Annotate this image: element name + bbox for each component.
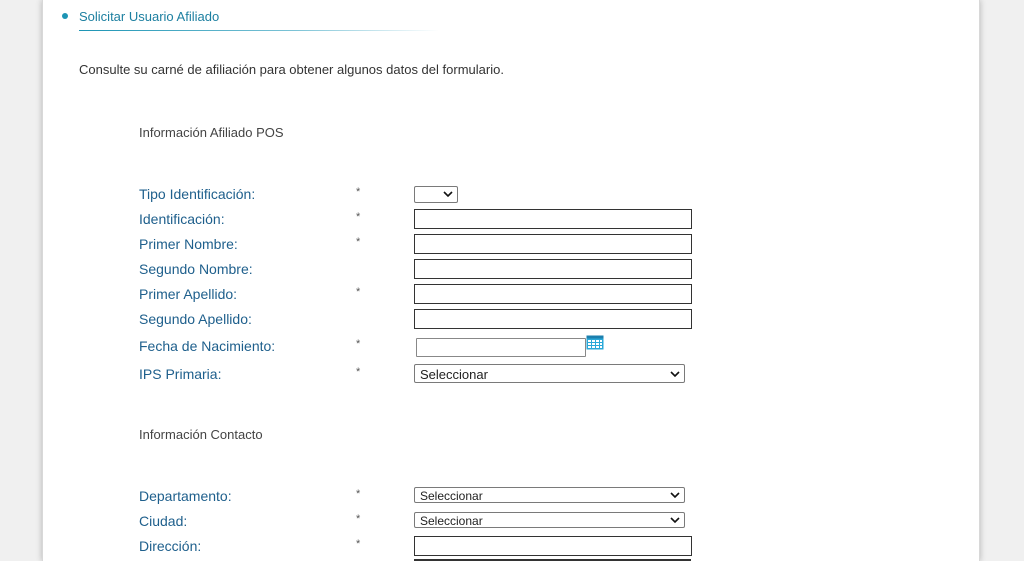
ips-primaria-label: IPS Primaria: — [139, 366, 222, 382]
ips-primaria-select[interactable]: Seleccionar — [414, 364, 685, 383]
primer-nombre-label: Primer Nombre: — [139, 236, 238, 252]
ciudad-label: Ciudad: — [139, 513, 188, 529]
chevron-down-icon — [670, 371, 680, 378]
segundo-nombre-label: Segundo Nombre: — [139, 261, 253, 277]
direccion-input[interactable] — [414, 536, 692, 556]
main-panel — [42, 0, 980, 561]
primer-nombre-input[interactable] — [414, 234, 692, 254]
primer-apellido-label: Primer Apellido: — [139, 286, 238, 302]
departamento-select[interactable]: Seleccionar — [414, 487, 685, 503]
segundo-nombre-input[interactable] — [414, 259, 692, 279]
tipo-identificacion-label: Tipo Identificación: — [139, 186, 256, 202]
identificacion-label: Identificación: — [139, 211, 225, 227]
ciudad-select[interactable]: Seleccionar — [414, 512, 685, 528]
segundo-apellido-label: Segundo Apellido: — [139, 311, 252, 327]
section-title: Solicitar Usuario Afiliado — [79, 9, 220, 24]
chevron-down-icon — [670, 492, 680, 499]
fecha-nacimiento-input[interactable] — [416, 338, 586, 357]
pos-section-title: Información Afiliado POS — [139, 125, 284, 140]
ips-primaria-value: Seleccionar — [420, 367, 488, 382]
required-mark: * — [356, 211, 361, 223]
intro-text: Consulte su carné de afiliación para obt… — [79, 62, 504, 77]
chevron-down-icon — [670, 517, 680, 524]
required-mark: * — [356, 538, 361, 550]
direccion-label: Dirección: — [139, 538, 202, 554]
contact-section-title: Información Contacto — [139, 427, 263, 442]
required-mark: * — [356, 338, 361, 350]
bullet-icon — [62, 13, 68, 19]
chevron-down-icon — [443, 191, 453, 198]
required-mark: * — [356, 286, 361, 298]
primer-apellido-input[interactable] — [414, 284, 692, 304]
required-mark: * — [356, 236, 361, 248]
identificacion-input[interactable] — [414, 209, 692, 229]
calendar-icon[interactable] — [586, 334, 604, 350]
tipo-identificacion-select[interactable] — [414, 186, 458, 203]
required-mark: * — [356, 513, 361, 525]
required-mark: * — [356, 186, 361, 198]
ciudad-value: Seleccionar — [420, 514, 483, 528]
required-mark: * — [356, 488, 361, 500]
segundo-apellido-input[interactable] — [414, 309, 692, 329]
required-mark: * — [356, 366, 361, 378]
departamento-label: Departamento: — [139, 488, 232, 504]
title-underline — [79, 30, 439, 31]
fecha-nacimiento-label: Fecha de Nacimiento: — [139, 338, 276, 354]
departamento-value: Seleccionar — [420, 489, 483, 503]
